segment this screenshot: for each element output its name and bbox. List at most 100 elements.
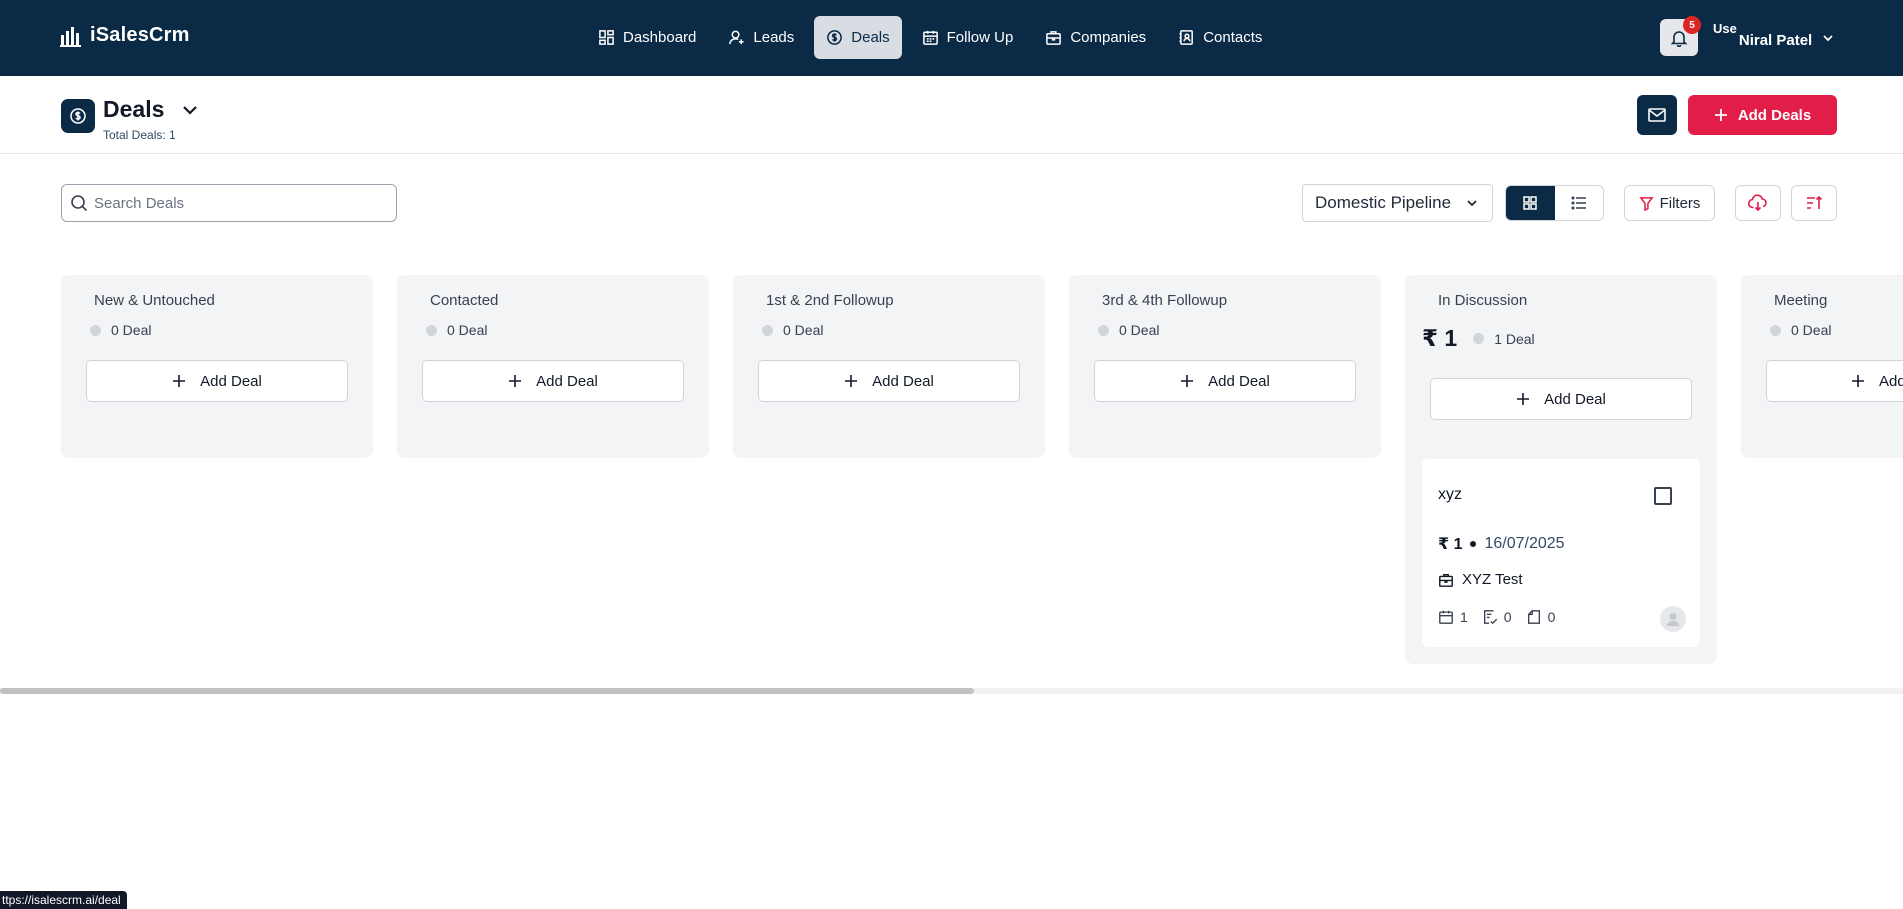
stage-deal-count: 0 Deal (762, 322, 823, 338)
stage-count-label: 0 Deal (1119, 322, 1160, 338)
nav-label: Leads (753, 29, 795, 46)
stage-dot (426, 324, 437, 336)
stage-column: Contacted 0 Deal Add Deal (397, 275, 709, 458)
notifications-button[interactable]: 5 (1660, 16, 1701, 56)
stage-title: Meeting (1774, 292, 1828, 309)
nav-dashboard[interactable]: Dashboard (586, 16, 708, 59)
stage-column: In Discussion ₹ 1 1 Deal Add Deal xyz ₹ … (1405, 275, 1717, 664)
page-title: Deals (103, 96, 165, 122)
separator-dot (1470, 541, 1477, 547)
status-bar-url: ttps://isalescrm.ai/deal (0, 891, 127, 909)
deal-meta: ₹ 1 16/07/2025 (1438, 534, 1565, 554)
stage-total-amount: ₹ 1 (1422, 325, 1458, 351)
stage-column: 1st & 2nd Followup 0 Deal Add Deal (733, 275, 1045, 458)
task-count: 0 (1503, 609, 1512, 625)
plus-icon (509, 375, 522, 387)
filter-icon (1638, 196, 1654, 211)
search-input[interactable] (94, 194, 384, 212)
stage-title: 1st & 2nd Followup (766, 292, 894, 309)
cloud-download-icon (1748, 194, 1767, 212)
app-logo[interactable]: iSalesCrm (60, 24, 190, 47)
add-deals-button[interactable]: Add Deals (1688, 95, 1837, 135)
calendar-icon (1439, 610, 1453, 624)
page-title-dropdown-chevron-icon[interactable] (180, 100, 200, 120)
stage-deal-count: 0 Deal (1770, 322, 1831, 338)
stage-dot (1473, 333, 1485, 344)
pipeline-selected-value: Domestic Pipeline (1315, 193, 1452, 212)
filters-button[interactable]: Filters (1624, 185, 1715, 221)
kanban-view-button[interactable] (1506, 186, 1555, 220)
nav-companies[interactable]: Companies (1033, 16, 1158, 59)
view-toggle (1505, 185, 1604, 221)
nav-label: Dashboard (623, 29, 697, 46)
stage-deal-count: 0 Deal (1098, 322, 1159, 338)
search-icon (71, 195, 88, 212)
chevron-down-icon (1823, 35, 1833, 42)
add-deal-button[interactable]: Add Deal (1094, 360, 1356, 402)
user-name: Niral Patel (1738, 32, 1813, 49)
stage-deal-count: 0 Deal (426, 322, 487, 338)
nav-label: Deals (851, 29, 890, 46)
add-deal-button[interactable]: Add Deal (1766, 360, 1903, 402)
deal-tasks[interactable]: 0 (1482, 609, 1512, 625)
sort-icon (1807, 195, 1823, 209)
add-deal-button[interactable]: Add Deal (758, 360, 1020, 402)
plus-icon (173, 375, 186, 387)
stage-count-label: 1 Deal (1494, 330, 1535, 347)
add-deal-button[interactable]: Add Deal (86, 360, 348, 402)
dollar-circle-icon (827, 30, 843, 45)
add-deals-label: Add Deals (1737, 106, 1812, 124)
nav-label: Contacts (1203, 29, 1263, 46)
deal-title: xyz (1438, 486, 1462, 503)
stage-dot (90, 324, 101, 336)
total-deals-count: Total Deals: 1 (103, 128, 176, 142)
filters-label: Filters (1659, 194, 1701, 212)
add-deal-label: Add Deal (1208, 372, 1270, 390)
stage-title: New & Untouched (94, 292, 215, 309)
pipeline-select[interactable]: Domestic Pipeline (1302, 184, 1493, 222)
mail-icon (1648, 108, 1666, 122)
plus-icon (845, 375, 858, 387)
stage-column: 3rd & 4th Followup 0 Deal Add Deal (1069, 275, 1381, 458)
plus-icon (1714, 109, 1727, 121)
stage-title: 3rd & 4th Followup (1102, 292, 1228, 309)
stage-deal-count: ₹ 1 1 Deal (1422, 325, 1535, 352)
scrollbar-thumb[interactable] (0, 688, 974, 694)
user-menu[interactable]: Use Niral Patel (1713, 22, 1834, 49)
plus-icon (1181, 375, 1194, 387)
nav-follow-up[interactable]: Follow Up (910, 16, 1026, 59)
nav-leads[interactable]: Leads (716, 16, 806, 59)
avatar: Use (1713, 21, 1737, 36)
deal-notes[interactable]: 0 (1526, 609, 1555, 625)
stage-count-label: 0 Deal (783, 322, 824, 338)
stage-column: Meeting 0 Deal Add Deal (1741, 275, 1903, 458)
plus-icon (1517, 393, 1530, 405)
add-deal-button[interactable]: Add Deal (1430, 378, 1692, 420)
deal-followups[interactable]: 1 (1438, 609, 1468, 625)
export-button[interactable] (1735, 185, 1781, 221)
list-view-icon (1571, 196, 1586, 210)
nav-label: Follow Up (946, 29, 1014, 46)
stage-title: In Discussion (1438, 292, 1528, 309)
nav-label: Companies (1070, 29, 1147, 46)
grid-view-icon (1523, 196, 1537, 210)
dollar-circle-icon (70, 108, 86, 124)
deal-owner-avatar[interactable] (1660, 606, 1686, 632)
email-button[interactable] (1637, 95, 1677, 135)
deal-select-checkbox[interactable] (1654, 487, 1672, 505)
sort-button[interactable] (1791, 185, 1837, 221)
stage-count-label: 0 Deal (1791, 322, 1832, 338)
stage-count-label: 0 Deal (447, 322, 488, 338)
add-deal-label: Add Deal (536, 372, 598, 390)
add-deal-button[interactable]: Add Deal (422, 360, 684, 402)
bar-chart-icon (60, 26, 81, 47)
horizontal-scrollbar[interactable] (0, 688, 1903, 694)
stage-dot (762, 324, 773, 336)
user-placeholder-icon (1666, 613, 1680, 626)
deal-card[interactable]: xyz ₹ 1 16/07/2025 XYZ Test 1 0 0 (1422, 459, 1700, 647)
plus-icon (1852, 375, 1864, 387)
list-view-button[interactable] (1555, 186, 1604, 220)
nav-deals[interactable]: Deals (814, 16, 902, 59)
nav-contacts[interactable]: Contacts (1166, 16, 1274, 59)
stage-count-label: 0 Deal (111, 322, 152, 338)
